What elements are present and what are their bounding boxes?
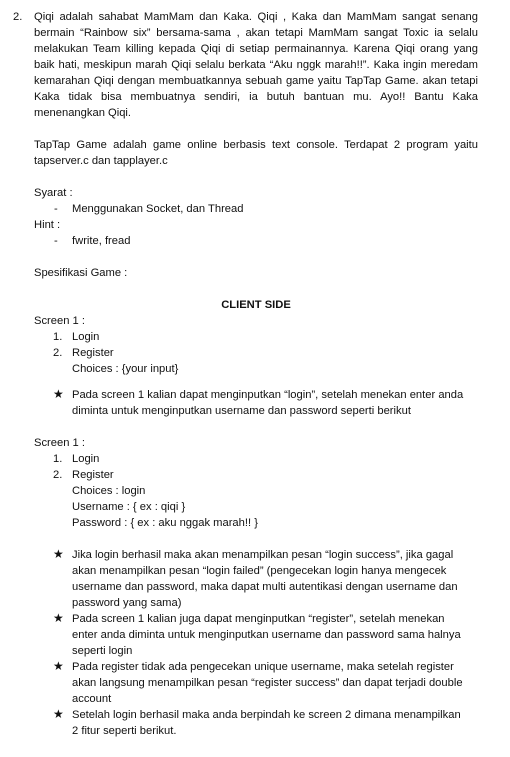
hint-item-text: fwrite, fread bbox=[72, 235, 131, 247]
list-number: 1. bbox=[53, 453, 63, 465]
screen-a-label: Screen 1 : bbox=[34, 315, 85, 327]
syarat-item-text: Menggunakan Socket, dan Thread bbox=[72, 203, 244, 215]
list-item-text: Register bbox=[72, 469, 114, 481]
section-title: CLIENT SIDE bbox=[221, 299, 291, 311]
spesifikasi-label: Spesifikasi Game : bbox=[34, 267, 128, 279]
item-number: 2. bbox=[13, 11, 23, 23]
list-item-text: Register bbox=[72, 347, 114, 359]
list-number: 2. bbox=[53, 347, 63, 359]
star-bullet-icon: ★ bbox=[53, 547, 64, 561]
choices-line: Choices : {your input} bbox=[72, 363, 179, 375]
star-bullet-icon: ★ bbox=[53, 707, 64, 721]
star-bullet-icon: ★ bbox=[53, 387, 64, 401]
list-number: 2. bbox=[53, 469, 63, 481]
note-text: Jika login berhasil maka akan menampilka… bbox=[72, 549, 458, 609]
note-item: ★ Setelah login berhasil maka anda berpi… bbox=[34, 707, 478, 739]
syarat-label: Syarat : bbox=[34, 187, 73, 199]
intro-paragraph: Qiqi adalah sahabat MamMam dan Kaka. Qiq… bbox=[34, 11, 478, 119]
document-body: Qiqi adalah sahabat MamMam dan Kaka. Qiq… bbox=[34, 9, 478, 739]
choices-line: Choices : login bbox=[72, 485, 146, 497]
dash-bullet: - bbox=[54, 203, 58, 215]
star-bullet-icon: ★ bbox=[53, 611, 64, 625]
username-line: Username : { ex : qiqi } bbox=[72, 501, 186, 513]
list-item: 2. Register bbox=[53, 345, 478, 361]
note-item: ★ Jika login berhasil maka akan menampil… bbox=[34, 547, 478, 611]
note-item: ★ Pada register tidak ada pengecekan uni… bbox=[34, 659, 478, 707]
list-item: 2. Register bbox=[53, 467, 478, 483]
note-text: Pada screen 1 kalian dapat menginputkan … bbox=[72, 389, 464, 417]
list-number: 1. bbox=[53, 331, 63, 343]
screen-a-list: 1. Login 2. Register Choices : {your inp… bbox=[34, 329, 478, 377]
screen-b-list: 1. Login 2. Register Choices : login Use… bbox=[34, 451, 478, 531]
note-item: ★ Pada screen 1 kalian juga dapat mengin… bbox=[34, 611, 478, 659]
syarat-item: - Menggunakan Socket, dan Thread bbox=[34, 201, 478, 217]
note-text: Pada register tidak ada pengecekan uniqu… bbox=[72, 661, 463, 705]
password-line: Password : { ex : aku nggak marah!! } bbox=[72, 517, 258, 529]
note-text: Setelah login berhasil maka anda berpind… bbox=[72, 709, 461, 737]
list-item: 1. Login bbox=[53, 329, 478, 345]
note-text: Pada screen 1 kalian juga dapat menginpu… bbox=[72, 613, 461, 657]
list-item-text: Login bbox=[72, 331, 100, 343]
hint-item: - fwrite, fread bbox=[34, 233, 478, 249]
dash-bullet: - bbox=[54, 235, 58, 247]
document-page: 2. Qiqi adalah sahabat MamMam dan Kaka. … bbox=[0, 0, 510, 757]
note-item: ★ Pada screen 1 kalian dapat menginputka… bbox=[34, 387, 478, 419]
list-item: 1. Login bbox=[53, 451, 478, 467]
hint-label: Hint : bbox=[34, 219, 61, 231]
screen-b-label: Screen 1 : bbox=[34, 437, 85, 449]
game-paragraph: TapTap Game adalah game online berbasis … bbox=[34, 139, 478, 167]
star-bullet-icon: ★ bbox=[53, 659, 64, 673]
list-item-text: Login bbox=[72, 453, 100, 465]
